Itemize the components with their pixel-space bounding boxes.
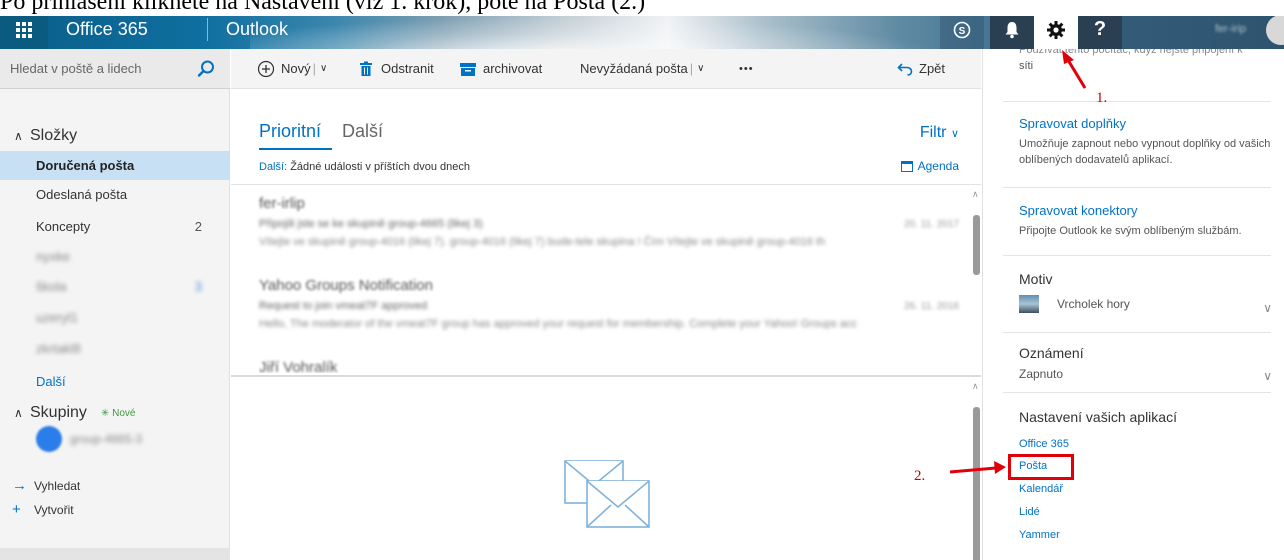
scroll-up-icon[interactable]: ∧ [972, 189, 979, 200]
chevron-down-icon[interactable]: ∨ [1263, 301, 1272, 315]
list-divider [231, 184, 981, 185]
unread-count: 3 [194, 279, 202, 294]
group-item[interactable]: group-4665-3 [36, 424, 142, 454]
upcoming-events-line: Další: Žádné události v příštích dvou dn… [259, 161, 470, 173]
list-scrollbar[interactable]: ∧ [971, 185, 981, 373]
addins-description: Umožňuje zapnout nebo vypnout doplňky od… [1019, 138, 1271, 166]
message-list-pane: Prioritní Další Filtr ∨ Další: Žádné udá… [231, 89, 981, 560]
archive-icon [460, 63, 476, 76]
calendar-icon [900, 160, 913, 172]
step2-label: 2. [914, 468, 926, 484]
theme-heading: Motiv [1019, 271, 1053, 287]
agenda-button[interactable]: Agenda [900, 159, 959, 173]
tab-other[interactable]: Další [342, 121, 383, 142]
reading-scrollbar[interactable]: ∧ [971, 377, 981, 560]
envelope-icon [564, 460, 650, 528]
divider [1003, 101, 1271, 102]
tab-focused[interactable]: Prioritní [259, 121, 321, 142]
instruction-caption: Po přihlášení klikněte na Nastavení (viz… [0, 0, 1284, 16]
groups-heading[interactable]: ∧ Skupiny ✳ Nové [14, 404, 135, 422]
trash-icon [360, 61, 372, 76]
notifications-toggle[interactable]: Zapnuto [1019, 367, 1063, 381]
step1-label: 1. [1096, 90, 1108, 106]
folder-custom[interactable]: nyxke [0, 242, 230, 271]
folder-custom[interactable]: uzeryl1 [0, 303, 230, 332]
app-settings-calendar[interactable]: Kalendář [1019, 483, 1063, 495]
chevron-up-icon: ∧ [14, 406, 23, 420]
theme-thumbnail [1019, 295, 1039, 313]
search-icon[interactable] [196, 59, 216, 79]
arrow-right-icon: → [12, 477, 27, 494]
gear-icon [1047, 20, 1065, 39]
search-box[interactable]: Hledat v poště a lidech [0, 49, 230, 89]
group-avatar [36, 426, 62, 452]
scroll-up-icon[interactable]: ∧ [972, 381, 979, 392]
question-icon: ? [1093, 18, 1107, 40]
manage-connectors-link[interactable]: Spravovat konektory [1019, 203, 1138, 218]
left-pane-footer [0, 548, 230, 560]
tab-underline [259, 148, 332, 150]
new-message-button[interactable]: Nový | ∨ [257, 49, 327, 89]
svg-text:S: S [959, 26, 966, 37]
unread-count: 2 [194, 219, 202, 234]
list-item[interactable]: Yahoo Groups Notification Request to joi… [259, 277, 959, 330]
reading-pane: ∧ [231, 375, 981, 560]
chevron-up-icon: ∧ [14, 129, 23, 143]
divider [1003, 392, 1271, 393]
undo-icon [897, 63, 913, 76]
divider [1003, 255, 1271, 256]
chevron-down-icon: ∨ [950, 128, 959, 140]
junk-button[interactable]: Nevyžádaná pošta | ∨ [580, 49, 704, 89]
scrollbar-thumb[interactable] [973, 407, 980, 560]
bell-icon [1005, 21, 1019, 38]
plus-icon: + [12, 501, 21, 518]
settings-pane: Používat tento počítač, když nejste přip… [982, 49, 1284, 560]
user-name: fer-irip [1215, 23, 1247, 35]
waffle-icon [16, 21, 32, 38]
list-item[interactable]: Jiří Vohralík [259, 359, 959, 373]
folder-drafts[interactable]: Koncepty 2 [0, 212, 230, 241]
archive-button[interactable]: archivovat [460, 49, 542, 89]
skype-icon: S [953, 21, 971, 38]
chevron-down-icon[interactable]: ∨ [697, 49, 704, 89]
chevron-down-icon[interactable]: ∨ [320, 49, 327, 89]
notifications-heading: Oznámení [1019, 345, 1084, 361]
app-settings-people[interactable]: Lidé [1019, 506, 1040, 518]
app-settings-yammer[interactable]: Yammer [1019, 529, 1060, 541]
folder-custom[interactable]: zkrtakl8 [0, 334, 230, 363]
divider [1003, 187, 1271, 188]
command-bar: Nový | ∨ Odstranit archivovat Nevyžádaná p… [231, 49, 981, 89]
filter-button[interactable]: Filtr ∨ [920, 124, 959, 142]
delete-button[interactable]: Odstranit [359, 49, 434, 89]
app-settings-office365[interactable]: Office 365 [1019, 438, 1069, 450]
manage-addins-link[interactable]: Spravovat doplňky [1019, 116, 1126, 131]
offline-setting-text: Používat tento počítač, když nejste přip… [1019, 49, 1243, 72]
mail-highlight-box [1008, 454, 1074, 480]
connectors-description: Připojte Outlook ke svým oblíbeným služb… [1019, 225, 1242, 237]
app-settings-heading: Nastavení vašich aplikací [1019, 409, 1177, 425]
theme-picker[interactable]: Vrcholek hory [1019, 295, 1269, 313]
folder-pane: Hledat v poště a lidech ∧ Složky Doručen… [0, 49, 230, 560]
folder-inbox[interactable]: Doručená pošta [0, 151, 230, 180]
discover-groups-button[interactable]: → Vyhledat [12, 477, 80, 494]
brand-divider [207, 18, 208, 41]
add-circle-icon [257, 60, 275, 78]
more-actions-button[interactable]: ••• [739, 49, 754, 89]
folders-heading[interactable]: ∧ Složky [14, 127, 77, 145]
divider [1003, 332, 1271, 333]
search-input[interactable]: Hledat v poště a lidech [10, 61, 142, 76]
scrollbar-thumb[interactable] [973, 215, 980, 275]
folder-custom[interactable]: škola 3 [0, 272, 230, 301]
list-item[interactable]: fer-irlip Připojili jste se ke skupině g… [259, 195, 959, 248]
more-folders-link[interactable]: Další [0, 367, 230, 396]
create-group-button[interactable]: + Vytvořit [12, 501, 74, 518]
folder-sent[interactable]: Odeslaná pošta [0, 180, 230, 209]
undo-button[interactable]: Zpět [897, 49, 945, 89]
chevron-down-icon[interactable]: ∨ [1263, 369, 1272, 383]
new-badge: ✳ Nové [100, 407, 136, 419]
